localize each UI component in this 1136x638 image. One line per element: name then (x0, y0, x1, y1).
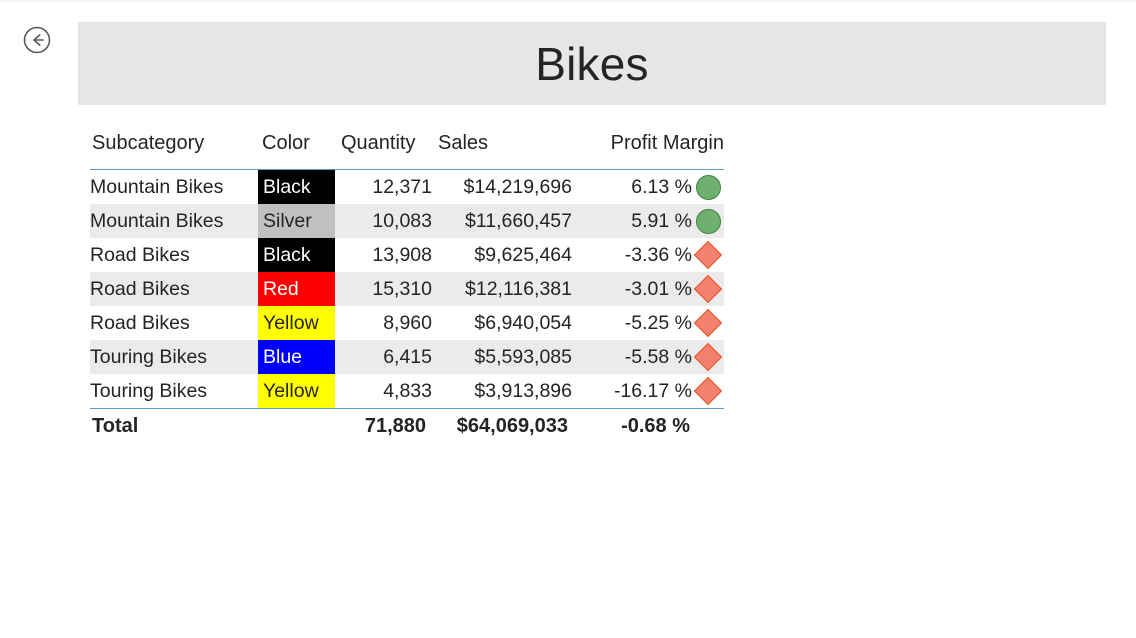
table-header: Subcategory Color Quantity Sales Profit … (90, 132, 724, 170)
table-row[interactable]: Road Bikes Yellow 8,960 $6,940,054 -5.25 % (90, 306, 724, 340)
cell-kpi-negative (692, 306, 724, 340)
cell-profit-margin: 6.13 % (572, 170, 692, 204)
total-quantity: 71,880 (335, 409, 432, 443)
back-button[interactable] (20, 23, 54, 57)
cell-color: Silver (258, 204, 335, 238)
title-banner: Bikes (78, 22, 1106, 105)
cell-kpi-negative (692, 374, 724, 408)
column-header-quantity[interactable]: Quantity (335, 132, 432, 169)
cell-sales: $12,116,381 (432, 272, 572, 306)
cell-kpi-positive (692, 170, 724, 204)
cell-kpi-positive (692, 204, 724, 238)
cell-sales: $14,219,696 (432, 170, 572, 204)
cell-sales: $6,940,054 (432, 306, 572, 340)
total-sales: $64,069,033 (432, 409, 572, 443)
cell-quantity: 10,083 (335, 204, 432, 238)
kpi-green-circle-icon (695, 208, 721, 234)
cell-sales: $5,593,085 (432, 340, 572, 374)
color-chip: Red (258, 272, 335, 306)
cell-subcategory: Mountain Bikes (90, 204, 258, 238)
total-label: Total (90, 409, 258, 443)
table-total-row: Total 71,880 $64,069,033 -0.68 % (90, 409, 724, 443)
cell-quantity: 6,415 (335, 340, 432, 374)
column-header-sales[interactable]: Sales (432, 132, 572, 169)
table-body: Mountain Bikes Black 12,371 $14,219,696 6.13… (90, 170, 724, 443)
cell-profit-margin: -16.17 % (572, 374, 692, 408)
color-chip: Black (258, 170, 335, 204)
cell-profit-margin: -5.58 % (572, 340, 692, 374)
cell-color: Yellow (258, 306, 335, 340)
table-row[interactable]: Touring Bikes Yellow 4,833 $3,913,896 -16.17… (90, 374, 724, 408)
cell-profit-margin: -5.25 % (572, 306, 692, 340)
cell-quantity: 8,960 (335, 306, 432, 340)
cell-color: Black (258, 238, 335, 272)
top-hairline (0, 0, 1136, 3)
table-row[interactable]: Mountain Bikes Silver 10,083 $11,660,457 5.9… (90, 204, 724, 238)
column-header-subcategory[interactable]: Subcategory (90, 132, 258, 169)
cell-color: Red (258, 272, 335, 306)
kpi-red-diamond-icon (693, 241, 723, 270)
cell-kpi-negative (692, 238, 724, 272)
cell-subcategory: Touring Bikes (90, 374, 258, 408)
column-header-color[interactable]: Color (258, 132, 335, 169)
table-row[interactable]: Touring Bikes Blue 6,415 $5,593,085 -5.58 % (90, 340, 724, 374)
cell-kpi-negative (692, 340, 724, 374)
color-chip: Silver (258, 204, 335, 238)
color-chip: Blue (258, 340, 335, 374)
total-profit-margin: -0.68 % (572, 409, 692, 443)
table-row[interactable]: Road Bikes Black 13,908 $9,625,464 -3.36 % (90, 238, 724, 272)
total-kpi (692, 409, 724, 443)
kpi-red-diamond-icon (693, 275, 723, 304)
cell-subcategory: Road Bikes (90, 306, 258, 340)
report-table: Subcategory Color Quantity Sales Profit … (90, 132, 724, 443)
cell-quantity: 15,310 (335, 272, 432, 306)
cell-color: Yellow (258, 374, 335, 408)
cell-color: Blue (258, 340, 335, 374)
color-chip: Black (258, 238, 335, 272)
table-row[interactable]: Mountain Bikes Black 12,371 $14,219,696 6.13… (90, 170, 724, 204)
color-chip: Yellow (258, 374, 335, 408)
kpi-red-diamond-icon (693, 377, 723, 406)
kpi-green-circle-icon (695, 174, 721, 200)
back-arrow-circle-icon (22, 25, 52, 55)
cell-subcategory: Touring Bikes (90, 340, 258, 374)
total-color (258, 409, 335, 443)
kpi-red-diamond-icon (693, 309, 723, 338)
column-header-profit-margin[interactable]: Profit Margin (572, 132, 724, 169)
cell-subcategory: Road Bikes (90, 238, 258, 272)
header-row: Subcategory Color Quantity Sales Profit … (90, 132, 724, 169)
cell-profit-margin: -3.36 % (572, 238, 692, 272)
cell-quantity: 13,908 (335, 238, 432, 272)
kpi-red-diamond-icon (693, 343, 723, 372)
report-table-container: Subcategory Color Quantity Sales Profit … (90, 132, 724, 443)
cell-subcategory: Road Bikes (90, 272, 258, 306)
cell-sales: $3,913,896 (432, 374, 572, 408)
cell-profit-margin: -3.01 % (572, 272, 692, 306)
table-row[interactable]: Road Bikes Red 15,310 $12,116,381 -3.01 % (90, 272, 724, 306)
cell-sales: $9,625,464 (432, 238, 572, 272)
cell-sales: $11,660,457 (432, 204, 572, 238)
cell-quantity: 4,833 (335, 374, 432, 408)
page-title: Bikes (535, 37, 649, 90)
color-chip: Yellow (258, 306, 335, 340)
cell-color: Black (258, 170, 335, 204)
cell-subcategory: Mountain Bikes (90, 170, 258, 204)
cell-quantity: 12,371 (335, 170, 432, 204)
cell-kpi-negative (692, 272, 724, 306)
cell-profit-margin: 5.91 % (572, 204, 692, 238)
